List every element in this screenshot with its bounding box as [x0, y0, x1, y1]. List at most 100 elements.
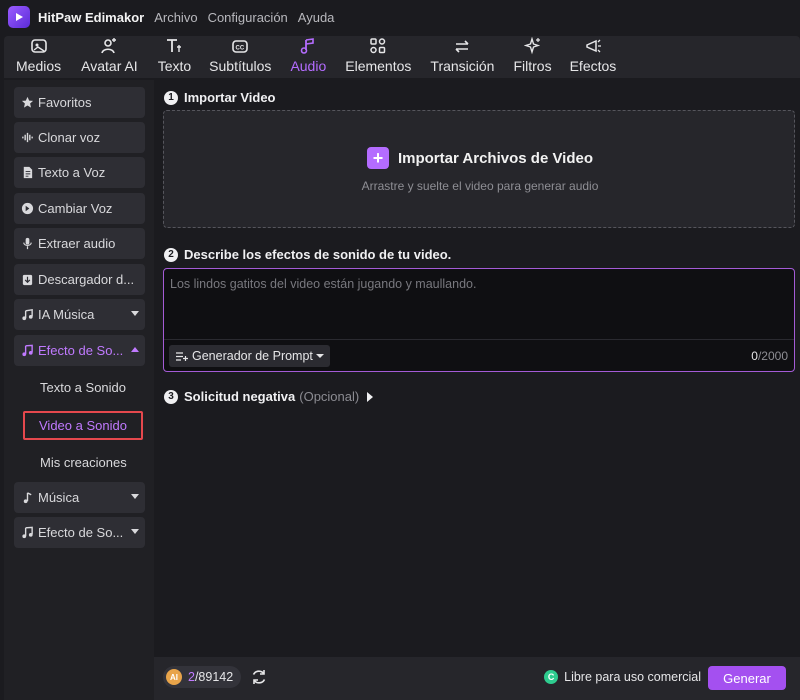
play-logo-icon: [16, 13, 23, 21]
character-counter: 0/2000: [751, 349, 788, 363]
list-sparkle-icon: [175, 351, 188, 362]
tab-label: Subtítulos: [209, 58, 272, 74]
title-bar: HitPaw Edimakor Archivo Configuración Ay…: [0, 0, 800, 34]
tab-label: Medios: [16, 58, 62, 74]
menu-archivo[interactable]: Archivo: [154, 10, 197, 25]
credits-used: 2: [188, 670, 195, 684]
transition-icon: [452, 36, 472, 56]
sidebar-item-extraer-audio[interactable]: Extraer audio: [14, 228, 145, 259]
generate-button[interactable]: Generar: [708, 666, 786, 690]
subitem-texto-a-sonido[interactable]: Texto a Sonido: [26, 373, 140, 401]
ai-music-icon: [20, 308, 34, 322]
sound-effect-icon: [20, 344, 34, 358]
step-import-video: 1 Importar Video: [164, 90, 276, 105]
toolbar: Medios Avatar AI Texto CC Subtítulos Aud…: [4, 36, 800, 78]
filters-icon: [523, 36, 543, 56]
sidebar: Favoritos Clonar voz Texto a Voz Cambiar…: [4, 80, 154, 700]
music-note-icon: [20, 491, 34, 505]
step-title: Describe los efectos de sonido de tu vid…: [184, 247, 452, 262]
sidebar-item-label: Favoritos: [38, 95, 92, 110]
download-icon: [20, 273, 34, 287]
step-number: 1: [164, 90, 178, 105]
prompt-generator-button[interactable]: Generador de Prompt: [169, 345, 330, 367]
video-dropzone[interactable]: + Importar Archivos de Video Arrastre y …: [163, 110, 795, 228]
tab-medios[interactable]: Medios: [16, 36, 61, 78]
sidebar-item-label: Efecto de So...: [38, 343, 124, 358]
tab-label: Avatar AI: [81, 58, 138, 74]
tab-avatar-ai[interactable]: Avatar AI: [81, 36, 138, 78]
tab-texto[interactable]: Texto: [158, 36, 191, 78]
sidebar-item-ia-musica[interactable]: IA Música: [14, 299, 145, 330]
divider: [164, 339, 794, 340]
chevron-down-icon: [131, 494, 139, 499]
sidebar-item-cambiar-voz[interactable]: Cambiar Voz: [14, 193, 145, 224]
chevron-down-icon: [131, 529, 139, 534]
commercial-text: Libre para uso comercial: [564, 670, 701, 684]
sidebar-item-label: Texto a Voz: [38, 165, 106, 180]
voice-change-icon: [20, 202, 34, 216]
subitem-mis-creaciones[interactable]: Mis creaciones: [26, 448, 141, 476]
chevron-down-icon: [315, 354, 324, 358]
commercial-use-label: C Libre para uso comercial: [544, 670, 701, 684]
waveform-icon: [20, 131, 34, 145]
import-label: Importar Archivos de Video: [397, 149, 594, 167]
tab-transicion[interactable]: Transición: [430, 36, 494, 78]
import-hint: Arrastre y suelte el video para generar …: [361, 179, 599, 193]
sidebar-item-efecto-de-sonido-2[interactable]: Efecto de So...: [14, 517, 145, 548]
svg-text:CC: CC: [236, 46, 245, 52]
prompt-placeholder: Los lindos gatitos del video están jugan…: [170, 277, 477, 291]
tab-label: Efectos: [569, 58, 617, 74]
prompt-textarea[interactable]: Los lindos gatitos del video están jugan…: [163, 268, 795, 372]
tab-label: Filtros: [513, 58, 552, 74]
main-panel: 1 Importar Video + Importar Archivos de …: [154, 80, 800, 700]
sidebar-item-favoritos[interactable]: Favoritos: [14, 87, 145, 118]
sidebar-item-texto-a-voz[interactable]: Texto a Voz: [14, 157, 145, 188]
sidebar-item-label: Clonar voz: [38, 130, 101, 145]
step-title: Solicitud negativa: [184, 389, 296, 404]
step-negative-prompt[interactable]: 3 Solicitud negativa (Opcional): [164, 389, 374, 404]
effects-icon: [583, 36, 603, 56]
audio-icon: [298, 36, 318, 56]
document-icon: [20, 166, 34, 180]
copyright-check-icon: C: [544, 670, 559, 684]
tab-efectos[interactable]: Efectos: [569, 36, 617, 78]
refresh-icon[interactable]: [250, 668, 268, 686]
subitem-video-a-sonido[interactable]: Video a Sonido: [23, 411, 143, 440]
step-number: 2: [164, 247, 178, 262]
tab-audio[interactable]: Audio: [290, 36, 326, 78]
tab-subtitulos[interactable]: CC Subtítulos: [209, 36, 271, 78]
tab-label: Transición: [430, 58, 495, 74]
expand-arrow-icon[interactable]: [367, 391, 374, 402]
menu-ayuda[interactable]: Ayuda: [298, 10, 335, 25]
plus-icon: +: [366, 147, 389, 169]
step-title: Importar Video: [184, 90, 276, 105]
sidebar-item-label: Efecto de So...: [38, 525, 124, 540]
menu-configuracion[interactable]: Configuración: [208, 10, 288, 25]
star-icon: [20, 96, 34, 110]
microphone-icon: [20, 237, 34, 251]
optional-label: (Opcional): [299, 389, 360, 404]
sidebar-item-efecto-de-sonido[interactable]: Efecto de So...: [14, 335, 145, 366]
step-describe-effects: 2 Describe los efectos de sonido de tu v…: [164, 247, 451, 262]
import-video-button[interactable]: + Importar Archivos de Video: [164, 147, 796, 169]
ai-coin-icon: AI: [166, 669, 182, 685]
sidebar-item-musica[interactable]: Música: [14, 482, 145, 513]
avatar-icon: [99, 36, 119, 56]
app-name: HitPaw Edimakor: [38, 9, 145, 25]
sidebar-item-clonar-voz[interactable]: Clonar voz: [14, 122, 145, 153]
sidebar-item-label: Música: [38, 490, 80, 505]
credits-total: /89142: [194, 670, 234, 684]
tab-label: Texto: [157, 58, 192, 74]
tab-elementos[interactable]: Elementos: [345, 36, 411, 78]
counter-current: 0: [751, 349, 758, 363]
tab-label: Elementos: [345, 58, 412, 74]
credits-badge: AI 2/89142: [163, 666, 242, 688]
sidebar-item-label: Descargador d...: [38, 272, 135, 287]
text-icon: [164, 36, 184, 56]
sidebar-item-descargador[interactable]: Descargador d...: [14, 264, 145, 295]
step-number: 3: [164, 389, 178, 404]
tab-filtros[interactable]: Filtros: [513, 36, 552, 78]
sound-effect-icon: [20, 526, 34, 540]
bottom-bar: AI 2/89142 C Libre para uso comercial Ge…: [154, 657, 800, 700]
chevron-up-icon: [131, 347, 139, 352]
